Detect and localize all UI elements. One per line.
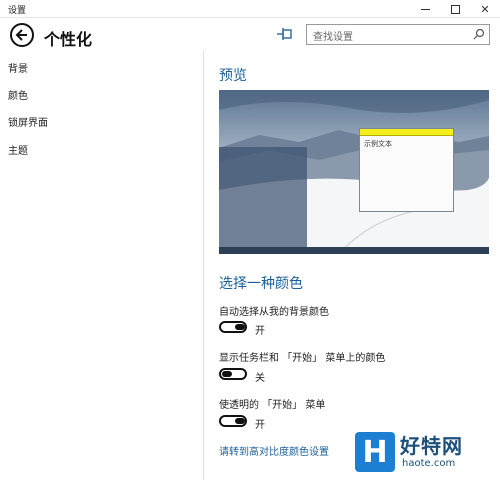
toggle-knob [222,371,232,377]
toggle-knob [235,324,245,330]
option-auto-color-label: 自动选择从我的背景颜色 [219,307,329,318]
start-menu-preview [219,147,307,249]
toggle-transparent-start[interactable] [219,415,247,427]
close-icon: ✕ [480,2,490,16]
watermark-logo-letter: H [362,434,388,470]
sidebar-item-lockscreen[interactable]: 锁屏界面 [8,114,48,129]
taskbar-preview [219,247,489,254]
watermark-logo: H [355,432,395,472]
option-taskbar-color-label: 显示任务栏和 「开始」 菜单上的颜色 [219,353,386,364]
sample-text: 示例文本 [364,140,392,148]
close-button[interactable]: ✕ [470,0,500,18]
back-button[interactable] [10,23,34,47]
sidebar-item-background[interactable]: 背景 [8,60,28,75]
sample-window-titlebar [360,129,453,136]
toggle-auto-color[interactable] [219,321,247,333]
minimize-icon [420,8,430,10]
sample-window: 示例文本 [359,128,454,212]
back-arrow-icon [15,29,27,41]
search-box[interactable] [306,24,490,47]
sidebar-item-themes[interactable]: 主题 [8,142,28,157]
search-icon[interactable] [473,28,485,40]
page-title: 个性化 [44,30,93,49]
toggle-taskbar-color-state: 关 [255,373,265,384]
high-contrast-link[interactable]: 请转到高对比度颜色设置 [219,443,329,458]
watermark-url: haote.com [402,458,456,469]
pin-icon[interactable] [276,27,294,41]
preview-image: 示例文本 [219,90,489,254]
preview-heading: 预览 [219,68,247,84]
search-input[interactable] [307,28,457,47]
maximize-button[interactable] [440,0,470,18]
toggle-auto-color-state: 开 [255,326,265,337]
toggle-taskbar-color[interactable] [219,368,247,380]
window-title: 设置 [8,6,27,16]
minimize-button[interactable] [410,0,440,18]
sidebar: 背景 颜色 锁屏界面 主题 [0,50,204,480]
toggle-transparent-start-state: 开 [255,420,265,431]
window-titlebar: 设置 ✕ [0,0,500,18]
toggle-knob [235,418,245,424]
sidebar-item-colors[interactable]: 颜色 [8,87,28,102]
page-header: 个性化 [0,18,500,50]
watermark-title: 好特网 [400,434,463,458]
maximize-icon [450,4,460,14]
color-section-heading: 选择一种颜色 [219,276,303,292]
option-transparent-start-label: 使透明的 「开始」 菜单 [219,400,326,411]
